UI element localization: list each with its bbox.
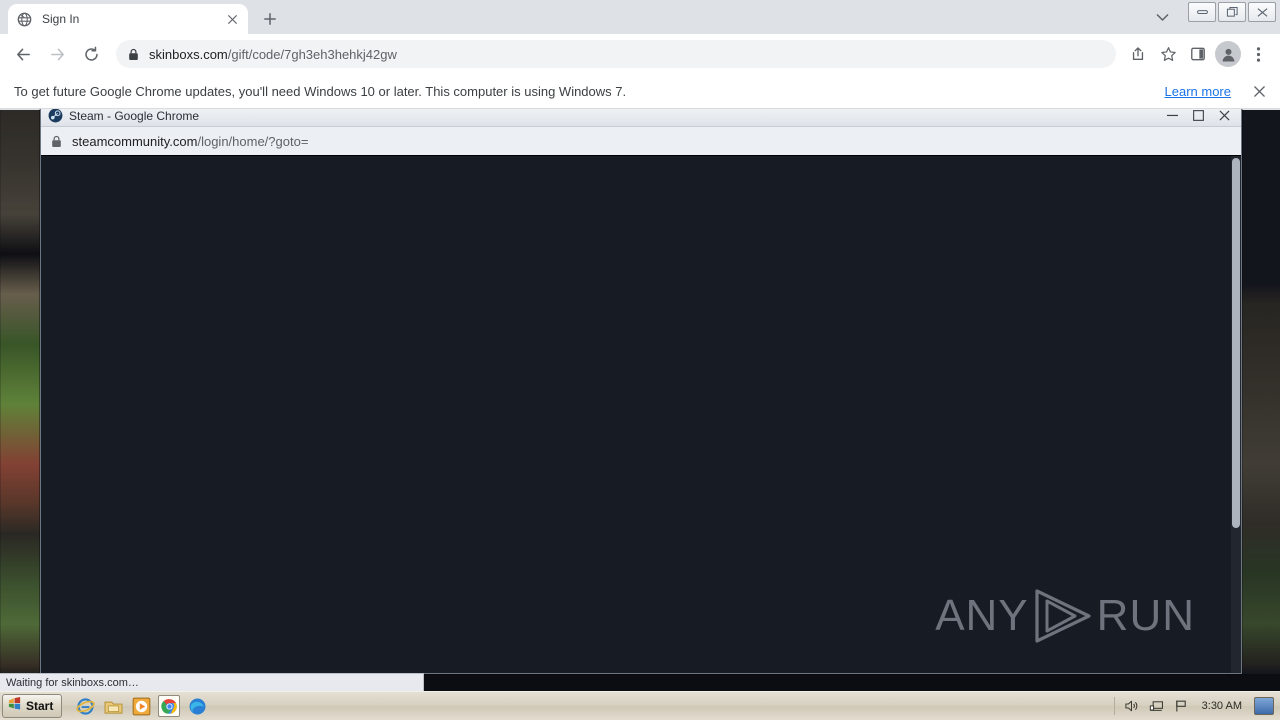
restore-button[interactable] bbox=[1218, 2, 1246, 22]
volume-icon[interactable] bbox=[1124, 698, 1140, 714]
watermark-right-text: RUN bbox=[1096, 591, 1195, 640]
lock-icon bbox=[128, 48, 139, 61]
new-tab-button[interactable] bbox=[256, 7, 284, 31]
screen: Sign In skinboxs.com/gift/code/7gh3eh3he… bbox=[0, 0, 1280, 720]
media-player-icon[interactable] bbox=[130, 695, 152, 717]
windows-taskbar: Start 3:30 AM bbox=[0, 691, 1280, 720]
browser-toolbar: skinboxs.com/gift/code/7gh3eh3hehkj42gw bbox=[0, 34, 1280, 74]
popup-close-button[interactable] bbox=[1211, 107, 1237, 125]
status-bubble: Waiting for skinboxs.com… bbox=[0, 673, 424, 691]
popup-title-text: Steam - Google Chrome bbox=[69, 108, 200, 123]
popup-url-path: /login/home/?goto= bbox=[197, 133, 309, 149]
learn-more-link[interactable]: Learn more bbox=[1165, 84, 1231, 99]
scrollbar-thumb[interactable] bbox=[1232, 158, 1240, 528]
popup-content-area: ANY RUN bbox=[41, 156, 1241, 673]
start-button[interactable]: Start bbox=[2, 694, 63, 718]
reload-button[interactable] bbox=[76, 39, 106, 69]
status-text: Waiting for skinboxs.com… bbox=[6, 676, 139, 689]
steam-popup-window: Steam - Google Chrome steamcommunity.com… bbox=[40, 104, 1242, 674]
minimize-button[interactable] bbox=[1188, 2, 1216, 22]
profile-avatar-icon[interactable] bbox=[1214, 40, 1242, 68]
tab-strip: Sign In bbox=[0, 0, 1280, 34]
share-icon[interactable] bbox=[1124, 40, 1152, 68]
steam-icon bbox=[47, 108, 63, 124]
infobar-message: To get future Google Chrome updates, you… bbox=[14, 83, 627, 99]
microsoft-edge-icon[interactable] bbox=[186, 695, 208, 717]
tray-divider bbox=[1113, 697, 1115, 715]
infobar-close-icon[interactable] bbox=[1253, 85, 1266, 98]
url-path: /gift/code/7gh3eh3hehkj42gw bbox=[227, 46, 397, 62]
address-bar[interactable]: skinboxs.com/gift/code/7gh3eh3hehkj42gw bbox=[116, 40, 1116, 68]
url-host: skinboxs.com bbox=[149, 46, 228, 62]
system-tray: 3:30 AM bbox=[1113, 697, 1280, 715]
network-icon[interactable] bbox=[1149, 698, 1165, 714]
windows-version-infobar: To get future Google Chrome updates, you… bbox=[0, 74, 1280, 109]
anyrun-watermark: ANY RUN bbox=[935, 587, 1195, 645]
forward-button[interactable] bbox=[42, 39, 72, 69]
three-dot-menu-icon[interactable] bbox=[1244, 40, 1272, 68]
show-desktop-icon[interactable] bbox=[1254, 697, 1274, 715]
flag-icon[interactable] bbox=[1174, 698, 1190, 714]
windows-logo-icon bbox=[7, 696, 22, 716]
popup-maximize-button[interactable] bbox=[1185, 107, 1211, 125]
back-button[interactable] bbox=[8, 39, 38, 69]
globe-icon bbox=[16, 11, 32, 27]
watermark-left-text: ANY bbox=[935, 591, 1029, 640]
play-triangle-icon bbox=[1031, 587, 1095, 645]
side-panel-icon[interactable] bbox=[1184, 40, 1212, 68]
browser-tab[interactable]: Sign In bbox=[8, 4, 248, 34]
file-explorer-icon[interactable] bbox=[102, 695, 124, 717]
avatar bbox=[1215, 41, 1241, 67]
popup-minimize-button[interactable] bbox=[1159, 107, 1185, 125]
google-chrome-icon[interactable] bbox=[158, 695, 181, 717]
chevron-down-icon[interactable] bbox=[1150, 6, 1174, 28]
quick-launch-bar bbox=[74, 695, 208, 717]
address-bar-url: skinboxs.com/gift/code/7gh3eh3hehkj42gw bbox=[149, 47, 397, 62]
taskbar-clock[interactable]: 3:30 AM bbox=[1202, 700, 1242, 712]
popup-url-host: steamcommunity.com bbox=[72, 133, 198, 149]
tab-title: Sign In bbox=[42, 12, 80, 26]
desktop-wallpaper-left bbox=[0, 104, 40, 674]
popup-scrollbar[interactable] bbox=[1231, 156, 1241, 673]
window-controls bbox=[1188, 2, 1276, 22]
lock-icon bbox=[51, 135, 62, 148]
popup-address-bar[interactable]: steamcommunity.com/login/home/?goto= bbox=[41, 127, 1241, 156]
star-icon[interactable] bbox=[1154, 40, 1182, 68]
popup-url: steamcommunity.com/login/home/?goto= bbox=[72, 134, 308, 149]
tab-close-icon[interactable] bbox=[224, 11, 240, 27]
close-button[interactable] bbox=[1248, 2, 1276, 22]
internet-explorer-icon[interactable] bbox=[74, 695, 96, 717]
start-button-label: Start bbox=[26, 699, 54, 713]
